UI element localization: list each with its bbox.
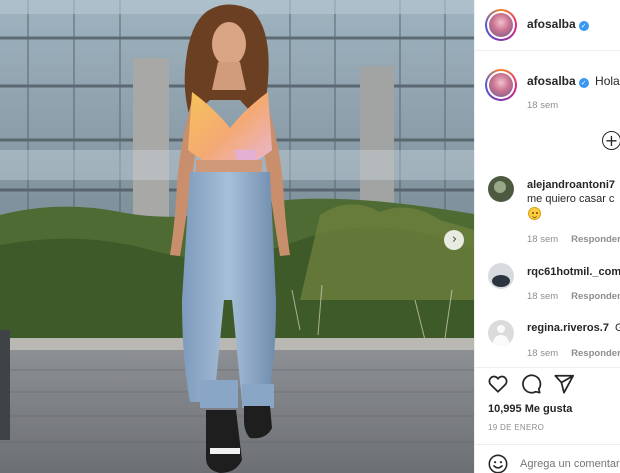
caption-author-avatar[interactable] <box>485 69 517 101</box>
caption-text: Hola <box>595 74 620 88</box>
heart-icon[interactable] <box>487 373 509 395</box>
comment-box-divider <box>475 444 620 445</box>
comment-meta: 18 sem Responder <box>527 234 620 245</box>
verified-badge-icon: ✓ <box>578 78 589 88</box>
commenter-avatar[interactable] <box>488 263 514 289</box>
chevron-right-icon: › <box>451 232 458 247</box>
reply-button[interactable]: Responder <box>571 291 620 302</box>
comment-meta: 18 sem Responder <box>527 348 620 359</box>
caption-line: afosalba ✓ Hola <box>527 74 620 88</box>
verified-badge-icon: ✓ <box>578 21 589 31</box>
plus-icon: + <box>604 130 619 150</box>
comment-time[interactable]: 18 sem <box>527 348 558 359</box>
author-username-header[interactable]: afosalba ✓ <box>527 17 589 31</box>
comment-time[interactable]: 18 sem <box>527 234 558 245</box>
comment-meta: 18 sem Responder <box>527 291 620 302</box>
caption-time[interactable]: 18 sem <box>527 100 558 111</box>
commenter-avatar-default[interactable] <box>488 320 514 346</box>
comment-username[interactable]: alejandroantoni7 <box>527 179 615 191</box>
next-photo-button[interactable]: › <box>444 230 464 250</box>
post-sidebar: afosalba ✓ afosalba ✓ Hola 18 sem + alejan… <box>474 0 620 473</box>
actions-divider <box>475 367 620 368</box>
post-image <box>0 0 474 473</box>
comment-icon[interactable] <box>520 373 542 395</box>
smiling-face-emoji-icon <box>528 207 541 220</box>
comment-username[interactable]: rqc61hotmil._com <box>527 266 620 278</box>
comment-username[interactable]: regina.riveros.7 <box>527 322 609 334</box>
comment-text: G <box>615 322 620 334</box>
author-username[interactable]: afosalba <box>527 17 576 31</box>
reply-button[interactable]: Responder <box>571 234 620 245</box>
commenter-avatar[interactable] <box>488 176 514 202</box>
reply-button[interactable]: Responder <box>571 348 620 359</box>
comment-line: regina.riveros.7 G <box>527 322 620 334</box>
comment-time[interactable]: 18 sem <box>527 291 558 302</box>
likes-count[interactable]: 10,995 Me gusta <box>488 403 572 415</box>
add-comment-input[interactable] <box>520 458 620 470</box>
post-photo[interactable]: › <box>0 0 474 473</box>
comment-text: me quiero casar c <box>527 193 615 205</box>
load-more-comments-button[interactable]: + <box>602 131 620 150</box>
send-icon[interactable] <box>553 373 575 395</box>
header-divider <box>475 50 620 51</box>
author-avatar[interactable] <box>485 9 517 41</box>
caption-username[interactable]: afosalba <box>527 74 576 88</box>
smiley-icon[interactable] <box>487 453 509 473</box>
post-date[interactable]: 19 DE ENERO <box>488 423 544 432</box>
